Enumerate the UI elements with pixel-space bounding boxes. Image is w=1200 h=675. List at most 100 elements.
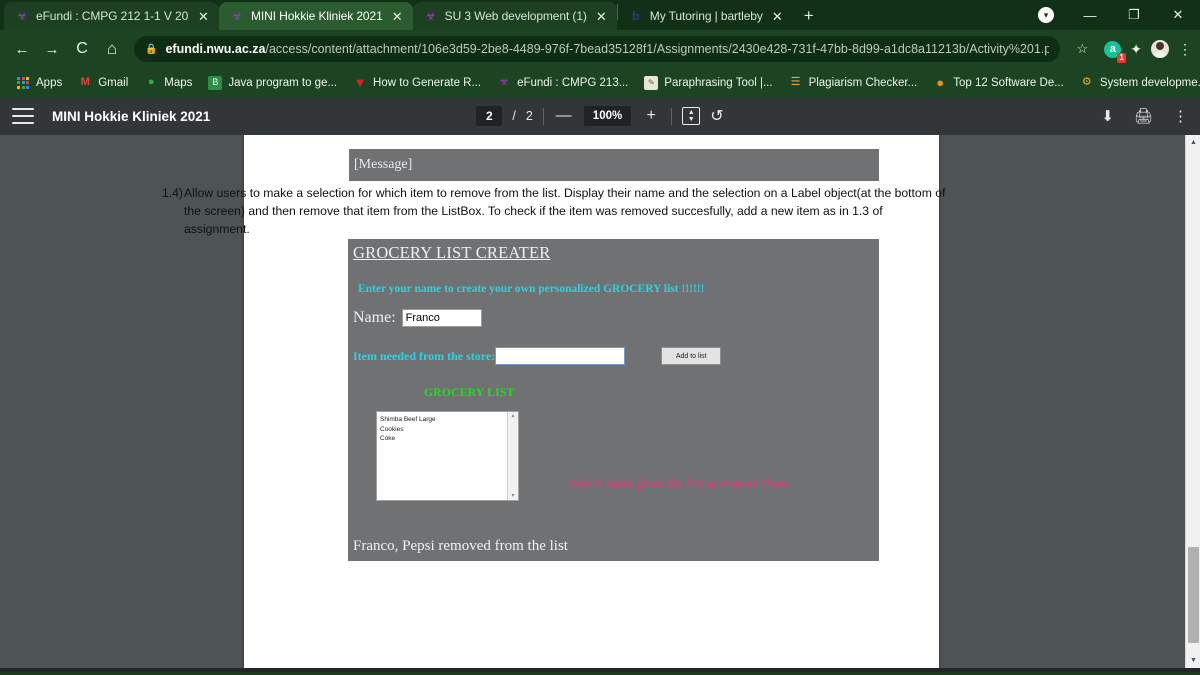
listbox-items: Shimba Beef Large Cookies Coke: [377, 412, 507, 500]
zoom-out-button[interactable]: —: [554, 108, 574, 124]
chevron-down-icon: ▾: [1038, 7, 1054, 23]
pdf-toolbar: MINI Hokkie Kliniek 2021 2 / 2 — 100% + …: [0, 97, 1200, 135]
bookmark-generate-r[interactable]: ▼ How to Generate R...: [345, 71, 489, 95]
bartleby-icon: b: [632, 9, 640, 23]
close-icon[interactable]: ✕: [770, 9, 785, 24]
bookmark-apps[interactable]: Apps: [8, 71, 70, 95]
browser-tab-2[interactable]: ☣ SU 3 Web development (1) ✕: [412, 2, 617, 30]
scroll-down-arrow-icon[interactable]: ▼: [1186, 653, 1200, 668]
add-to-list-button[interactable]: Add to list: [661, 347, 722, 365]
bookmark-java[interactable]: B Java program to ge...: [200, 71, 345, 95]
profile-chevron-button[interactable]: ▾: [1024, 0, 1068, 30]
efundi-icon: ☣: [231, 9, 243, 23]
gmail-icon: M: [80, 76, 90, 88]
bookmark-label: Apps: [36, 76, 63, 89]
extension-icons: a 1 ✦ ⋮: [1098, 40, 1192, 63]
bookmark-top12[interactable]: ● Top 12 Software De...: [925, 71, 1072, 95]
total-pages: 2: [525, 109, 533, 123]
print-icon[interactable]: 🖨: [1134, 107, 1153, 125]
download-icon[interactable]: ⬇: [1101, 107, 1114, 125]
bookmark-star-icon[interactable]: ☆: [1068, 35, 1096, 63]
browser-tab-1[interactable]: ☣ MINI Hokkie Kliniek 2021 ✕: [219, 2, 413, 30]
tab-label: My Tutoring | bartleby: [649, 9, 763, 23]
back-icon[interactable]: ←: [8, 35, 36, 63]
grammarly-icon[interactable]: a 1: [1104, 40, 1127, 63]
bookmark-label: Maps: [164, 76, 193, 89]
item-label: Item needed from the store:: [353, 348, 496, 363]
pdf-viewport[interactable]: [Message] 1.4) Allow users to make a sel…: [0, 135, 1200, 668]
bookmark-label: Paraphrasing Tool |...: [664, 76, 773, 89]
task-paragraph: 1.4) Allow users to make a selection for…: [156, 185, 946, 238]
zoom-in-button[interactable]: +: [641, 108, 661, 124]
minimize-button[interactable]: —: [1068, 0, 1112, 30]
divider: [542, 107, 544, 125]
apps-grid-icon: [16, 76, 30, 90]
list-item[interactable]: Cookies: [380, 425, 507, 435]
browser-toolbar: ← → C ⌂ 🔒 efundi.nwu.ac.za/access/conten…: [0, 30, 1200, 68]
close-icon[interactable]: ✕: [196, 9, 211, 24]
window-controls: ▾ — ❐ ✕: [1024, 0, 1200, 30]
bookmark-label: How to Generate R...: [373, 76, 482, 89]
item-input[interactable]: [495, 347, 626, 365]
orange-circle-icon: ●: [936, 75, 945, 90]
red-triangle-icon: ▼: [353, 75, 367, 90]
rotate-icon[interactable]: ↺: [710, 106, 723, 126]
list-item[interactable]: Shimba Beef Large: [380, 415, 507, 425]
pdf-toolbar-actions: ⬇ 🖨 ⋮: [1101, 107, 1188, 125]
home-icon[interactable]: ⌂: [98, 35, 126, 63]
maps-pin-icon: ●: [147, 76, 155, 88]
browser-menu-icon[interactable]: ⋮: [1178, 41, 1192, 58]
name-input[interactable]: Franco: [401, 309, 482, 327]
grammarly-letter: a: [1109, 43, 1116, 55]
plagiarism-icon: ☰: [790, 76, 801, 88]
close-window-button[interactable]: ✕: [1156, 0, 1200, 30]
list-item[interactable]: Coke: [380, 434, 507, 444]
scroll-up-icon[interactable]: ▴: [511, 413, 514, 419]
task-number: 1.4): [161, 186, 183, 200]
listbox-scrollbar[interactable]: ▴ ▾: [507, 412, 518, 500]
system-icon: ⚙: [1081, 76, 1092, 88]
maximize-button[interactable]: ❐: [1112, 0, 1156, 30]
bookmark-paraphrasing[interactable]: ✎ Paraphrasing Tool |...: [636, 71, 780, 95]
bookmark-maps[interactable]: ● Maps: [136, 71, 200, 95]
browser-tab-0[interactable]: ☣ eFundi : CMPG 212 1-1 V 2021 : S ✕: [4, 2, 219, 30]
paraphrase-icon: ✎: [644, 75, 659, 90]
avatar[interactable]: [1151, 40, 1169, 58]
bookmark-plagiarism[interactable]: ☰ Plagiarism Checker...: [781, 71, 926, 95]
bookmark-label: Java program to ge...: [228, 76, 338, 89]
new-tab-button[interactable]: +: [795, 2, 823, 30]
efundi-icon: ☣: [499, 76, 510, 88]
hamburger-icon[interactable]: [12, 108, 34, 124]
bookmark-label: System developme...: [1099, 76, 1200, 89]
bookmark-efundi[interactable]: ☣ eFundi : CMPG 213...: [489, 71, 636, 95]
task-text: Allow users to make a selection for whic…: [184, 186, 946, 236]
fit-page-icon[interactable]: ▲ ▼: [682, 107, 701, 125]
current-page-input[interactable]: 2: [476, 106, 503, 126]
name-label: Name:: [353, 309, 396, 326]
address-bar[interactable]: 🔒 efundi.nwu.ac.za/access/content/attach…: [134, 36, 1061, 62]
zoom-level[interactable]: 100%: [583, 106, 632, 126]
bookmark-system-dev[interactable]: ⚙ System developme...: [1072, 71, 1200, 95]
bookmark-gmail[interactable]: M Gmail: [70, 71, 136, 95]
scroll-down-icon[interactable]: ▾: [511, 493, 514, 499]
hint-text: Select items from the list to remove the…: [570, 476, 789, 491]
reload-icon[interactable]: C: [68, 35, 96, 63]
extensions-icon[interactable]: ✦: [1130, 41, 1142, 58]
page-separator: /: [512, 109, 516, 123]
bottom-strip: [0, 668, 1200, 672]
tab-label: eFundi : CMPG 212 1-1 V 2021 : S: [36, 9, 189, 23]
java-icon: B: [208, 75, 223, 90]
bookmarks-bar: Apps M Gmail ● Maps B Java program to ge…: [0, 68, 1200, 97]
forward-icon[interactable]: →: [38, 35, 66, 63]
url-text: efundi.nwu.ac.za/access/content/attachme…: [165, 42, 1049, 56]
name-row: Name: Franco: [348, 295, 879, 327]
close-icon[interactable]: ✕: [390, 9, 405, 24]
grocery-listbox[interactable]: Shimba Beef Large Cookies Coke ▴ ▾: [376, 411, 519, 501]
page-scrollbar[interactable]: ▲ ▼: [1185, 135, 1200, 668]
pdf-more-icon[interactable]: ⋮: [1173, 107, 1188, 125]
scroll-up-arrow-icon[interactable]: ▲: [1186, 135, 1200, 150]
scrollbar-thumb[interactable]: [1188, 547, 1199, 643]
pdf-document-title: MINI Hokkie Kliniek 2021: [52, 108, 211, 124]
browser-tab-3[interactable]: b My Tutoring | bartleby ✕: [618, 2, 793, 30]
close-icon[interactable]: ✕: [594, 9, 609, 24]
